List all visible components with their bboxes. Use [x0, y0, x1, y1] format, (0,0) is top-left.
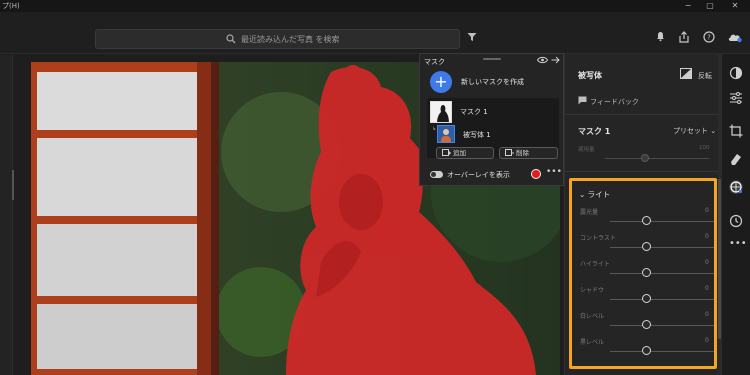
divider [565, 171, 722, 172]
whites-slider-track[interactable] [610, 325, 714, 326]
app-window: プ(H) − ▢ ✕ 最近読み込んだ写真 を検索 ? マスク + 新しいマスクを… [0, 0, 750, 375]
blacks-label: 黒レベル [580, 339, 605, 346]
exposure-slider-track[interactable] [610, 221, 714, 222]
edit-panel: 被写体 反転 フィードバック マスク 1 プリセット ⌄ 適用量 100 ⌄ ラ… [564, 54, 722, 375]
highlights-slider-knob[interactable] [642, 268, 651, 277]
contrast-value[interactable]: 0 [705, 233, 709, 240]
drag-handle[interactable] [483, 58, 501, 60]
subtract-mask-icon [505, 149, 514, 160]
filter-icon[interactable] [467, 32, 477, 44]
mask-panel-title: マスク [424, 58, 445, 66]
search-field[interactable]: 最近読み込んだ写真 を検索 [95, 29, 460, 49]
contrast-slider-knob[interactable] [642, 242, 651, 251]
invert-icon[interactable] [680, 68, 692, 81]
exposure-value[interactable]: 0 [705, 207, 709, 214]
overlay-color-swatch[interactable] [531, 169, 541, 179]
light-section: ⌄ ライト 露光量 0 コントラスト 0 ハイライト 0 シャドウ 0 白レベル… [569, 178, 717, 369]
divider [565, 114, 722, 115]
help-icon[interactable]: ? [703, 31, 715, 45]
blacks-slider-knob[interactable] [642, 346, 651, 355]
preset-label: プリセット [673, 127, 708, 135]
mask-icon[interactable] [729, 180, 743, 194]
tool-strip: ••• [721, 54, 750, 375]
mask-thumbnail[interactable] [430, 101, 452, 123]
blacks-slider-track[interactable] [610, 351, 714, 352]
whites-value[interactable]: 0 [705, 311, 709, 318]
contrast-slider-track[interactable] [610, 247, 714, 248]
shadows-value[interactable]: 0 [705, 285, 709, 292]
minimize-button[interactable]: − [677, 0, 699, 12]
eraser-icon[interactable] [729, 152, 743, 166]
overlay-label: オーバーレイを表示 [447, 171, 510, 179]
create-mask-label[interactable]: 新しいマスクを作成 [461, 77, 524, 87]
more-options-button[interactable]: ••• [546, 167, 562, 177]
light-section-title: ライト [587, 190, 611, 199]
more-icon[interactable]: ••• [729, 239, 747, 253]
expand-arrow-icon[interactable] [551, 56, 560, 66]
eye-icon[interactable] [536, 56, 549, 66]
blacks-value[interactable]: 0 [705, 337, 709, 344]
history-icon[interactable] [729, 214, 743, 228]
highlights-slider-track[interactable] [610, 273, 714, 274]
feedback-icon [578, 96, 587, 107]
share-icon[interactable] [678, 31, 690, 45]
amount-slider-knob[interactable] [641, 154, 649, 162]
light-section-header[interactable]: ⌄ ライト [579, 189, 610, 200]
svg-text:?: ? [707, 34, 711, 42]
crop-icon[interactable] [729, 124, 743, 138]
whites-slider-knob[interactable] [642, 320, 651, 329]
delete-button[interactable]: 削除 [499, 147, 558, 159]
exposure-slider-knob[interactable] [642, 216, 651, 225]
add-button[interactable]: 追加 [436, 147, 494, 159]
whites-label: 白レベル [580, 313, 605, 320]
subject-title: 被写体 [578, 71, 602, 80]
invert-label[interactable]: 反転 [698, 71, 712, 81]
feedback-link[interactable]: フィードバック [590, 97, 639, 107]
subject-thumbnail[interactable] [437, 125, 455, 143]
add-mask-icon [442, 149, 451, 160]
shadows-label: シャドウ [580, 287, 605, 294]
maximize-button[interactable]: ▢ [699, 0, 721, 12]
add-button-label: 追加 [453, 149, 466, 157]
mask-item-label[interactable]: マスク 1 [460, 107, 488, 117]
preset-dropdown[interactable]: プリセット ⌄ [673, 126, 716, 136]
shadows-slider-knob[interactable] [642, 294, 651, 303]
edit-icon[interactable] [729, 66, 743, 80]
close-button[interactable]: ✕ [724, 0, 746, 12]
chevron-down-icon: ⌄ [579, 190, 588, 199]
shadows-slider-track[interactable] [610, 299, 714, 300]
sliders-icon[interactable] [729, 91, 743, 105]
create-mask-button[interactable]: + [430, 71, 452, 93]
search-input[interactable]: 最近読み込んだ写真 を検索 [241, 34, 340, 45]
bell-icon[interactable] [655, 31, 666, 44]
delete-button-label: 削除 [516, 149, 529, 157]
subject-item-label[interactable]: 被写体 1 [463, 130, 491, 140]
panel-resize-handle[interactable] [12, 170, 14, 200]
chevron-down-icon: ⌄ [710, 127, 717, 135]
overlay-toggle[interactable] [430, 171, 443, 178]
masking-panel: マスク + 新しいマスクを作成 マスク 1 ↳ 被写体 1 追加 削除 オーバー… [419, 53, 564, 186]
search-icon [226, 34, 236, 46]
amount-value: 100 [699, 145, 710, 151]
amount-label: 適用量 [578, 147, 595, 153]
left-panel-edge [0, 55, 14, 375]
highlights-label: ハイライト [580, 261, 610, 268]
exposure-label: 露光量 [580, 209, 599, 216]
title-bar: プ(H) − ▢ ✕ [0, 0, 750, 12]
menu-help[interactable]: プ(H) [2, 1, 20, 11]
contrast-label: コントラスト [580, 235, 616, 242]
cloud-icon[interactable] [727, 31, 743, 45]
mask-section-title: マスク 1 [578, 127, 611, 136]
highlights-value[interactable]: 0 [705, 259, 709, 266]
amount-slider-track[interactable] [605, 158, 709, 159]
mask-subitem-indicator: ↳ [432, 126, 437, 132]
top-toolbar: 最近読み込んだ写真 を検索 ? [0, 12, 750, 54]
plus-icon: + [434, 72, 448, 91]
